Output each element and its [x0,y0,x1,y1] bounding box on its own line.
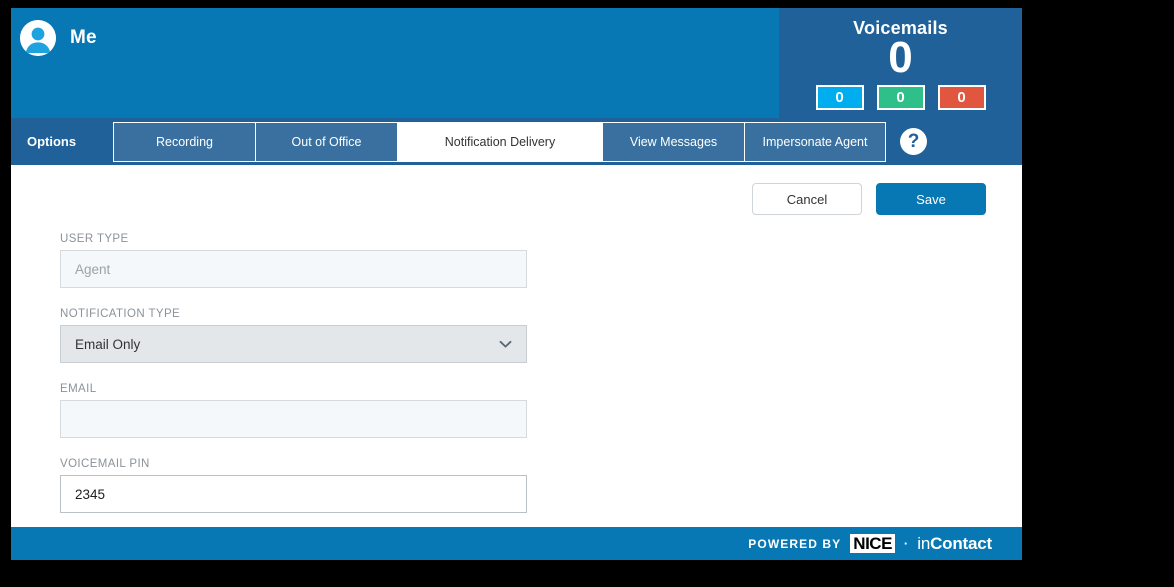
application-window: Me Voicemails 0 0 0 0 Options Recording … [11,8,1022,560]
email-label: Email [60,383,97,395]
voicemail-total-count: 0 [888,33,913,82]
user-type-input: Agent [60,250,527,288]
main-content: Cancel Save User Type Agent Notification… [11,165,1022,527]
voicemail-pin-input[interactable]: 2345 [60,475,527,513]
voicemail-badge-group: 0 0 0 [779,85,1022,110]
voicemail-badge-saved[interactable]: 0 [876,85,925,110]
user-type-label: User Type [60,233,129,245]
notification-type-select[interactable]: Email Only [60,325,527,363]
field-voicemail-pin: Voicemail PIN 2345 [60,458,531,513]
field-user-type: User Type Agent [60,233,531,288]
incontact-logo: inContact [917,534,992,554]
powered-by-label: POWERED BY [748,536,842,551]
email-input [60,400,527,438]
tab-view-messages[interactable]: View Messages [602,121,744,162]
page-header: Me Voicemails 0 0 0 0 [11,8,1022,118]
field-notification-type: Notification Type Email Only [60,308,531,363]
incontact-prefix: in [917,533,931,553]
field-email: Email [60,383,531,438]
save-button[interactable]: Save [876,183,986,215]
user-identity[interactable]: Me [11,8,97,56]
voicemail-pin-label: Voicemail PIN [60,458,150,470]
brand-separator: · [903,536,909,551]
tab-out-of-office[interactable]: Out of Office [255,121,397,162]
notification-type-value: Email Only [75,336,141,352]
tab-impersonate-agent[interactable]: Impersonate Agent [744,121,886,162]
voicemail-panel: Voicemails 0 0 0 0 [779,8,1022,118]
voicemail-badge-urgent[interactable]: 0 [937,85,986,110]
tab-notification-delivery[interactable]: Notification Delivery [397,121,602,162]
notification-delivery-form: User Type Agent Notification Type Email … [11,215,531,513]
chevron-down-icon [499,340,512,349]
options-tabbar: Options Recording Out of Office Notifica… [11,118,1022,165]
incontact-suffix: Contact [930,533,992,553]
tab-recording[interactable]: Recording [113,121,255,162]
voicemail-badge-new[interactable]: 0 [815,85,864,110]
help-icon[interactable]: ? [900,128,927,155]
options-label: Options [27,134,77,149]
user-avatar-icon [20,20,56,56]
action-button-row: Cancel Save [11,165,1022,215]
notification-type-label: Notification Type [60,308,181,320]
cancel-button[interactable]: Cancel [752,183,862,215]
page-footer: POWERED BY NICE · inContact [11,527,1022,560]
nice-logo: NICE [850,534,895,553]
user-name: Me [70,27,97,48]
tab-list: Recording Out of Office Notification Del… [113,121,886,162]
